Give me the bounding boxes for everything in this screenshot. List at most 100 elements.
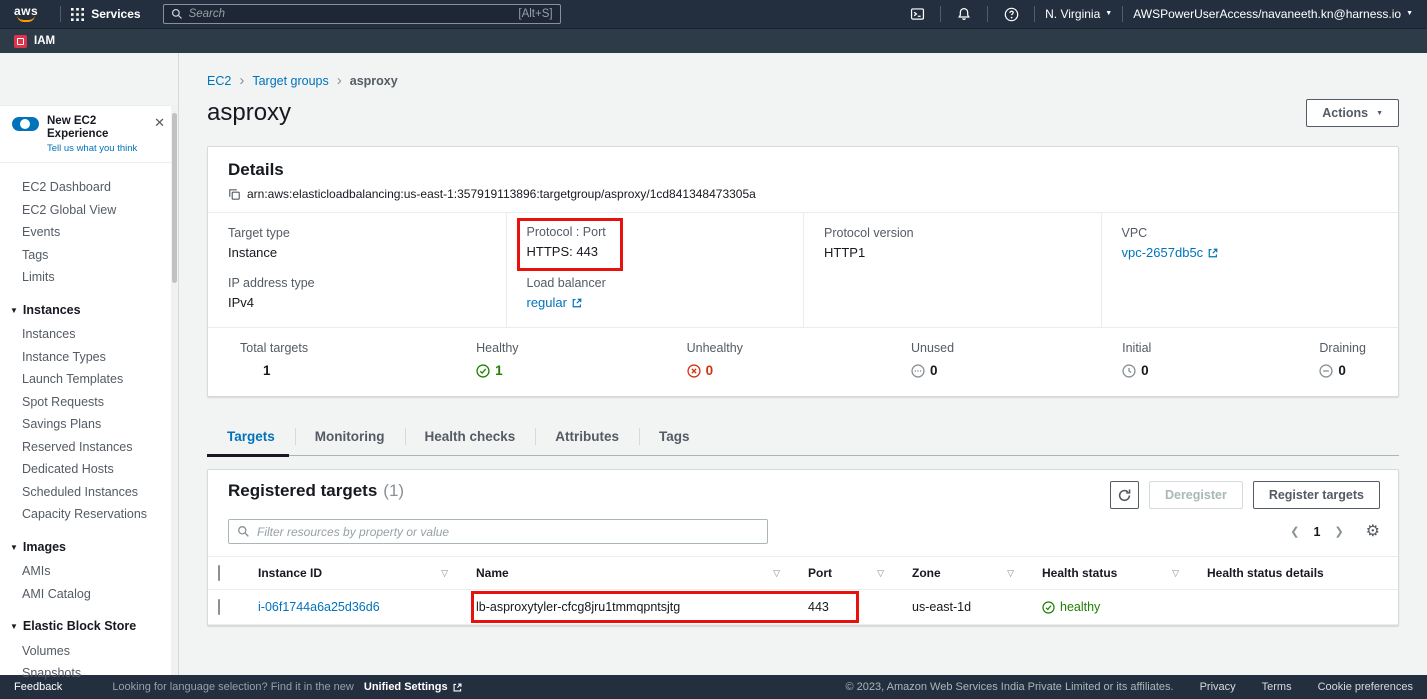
main-content: EC2 › Target groups › asproxy asproxy Ac… xyxy=(179,53,1427,675)
aws-logo[interactable]: aws xyxy=(14,6,38,22)
notifications-bell-icon[interactable] xyxy=(951,4,977,24)
breadcrumb: EC2 › Target groups › asproxy xyxy=(179,53,1427,88)
column-health-status-details: Health status details xyxy=(1207,566,1324,580)
sidebar-item-amis[interactable]: AMIs xyxy=(0,560,178,583)
sidebar-item-limits[interactable]: Limits xyxy=(0,266,178,289)
footer-bar: Feedback Looking for language selection?… xyxy=(0,675,1427,699)
sidebar-item-snapshots[interactable]: Snapshots xyxy=(0,662,178,685)
tab-monitoring[interactable]: Monitoring xyxy=(295,420,405,455)
sidebar-item-capacity-reservations[interactable]: Capacity Reservations xyxy=(0,503,178,526)
protocol-version-value: HTTP1 xyxy=(824,245,1081,261)
tab-targets[interactable]: Targets xyxy=(207,420,295,455)
sidebar-section-images[interactable]: ▼Images xyxy=(0,536,178,561)
external-link-icon xyxy=(1207,247,1219,259)
new-experience-panel: New EC2 Experience Tell us what you thin… xyxy=(0,105,178,163)
divider xyxy=(940,6,941,22)
page-number[interactable]: 1 xyxy=(1313,525,1320,539)
vpc-link[interactable]: vpc-2657db5c xyxy=(1122,245,1220,261)
previous-page-icon[interactable]: ❮ xyxy=(1290,525,1299,538)
services-label: Services xyxy=(91,7,140,21)
sidebar-item-savings-plans[interactable]: Savings Plans xyxy=(0,413,178,436)
breadcrumb-target-groups[interactable]: Target groups xyxy=(252,74,328,88)
sort-icon[interactable]: ▽ xyxy=(1172,568,1187,579)
region-selector[interactable]: N. Virginia ▼ xyxy=(1045,7,1112,21)
sidebar-item-volumes[interactable]: Volumes xyxy=(0,640,178,663)
column-name: Name xyxy=(476,566,509,580)
cookie-preferences-link[interactable]: Cookie preferences xyxy=(1318,681,1413,693)
breadcrumb-ec2[interactable]: EC2 xyxy=(207,74,231,88)
stat-total-targets: Total targets 1 xyxy=(240,341,308,379)
refresh-button[interactable] xyxy=(1110,481,1139,509)
sidebar-item-instances[interactable]: Instances xyxy=(0,323,178,346)
deregister-button[interactable]: Deregister xyxy=(1149,481,1243,509)
registered-targets-panel: Registered targets (1) Deregister Regist… xyxy=(207,469,1399,626)
next-page-icon[interactable]: ❯ xyxy=(1334,525,1343,538)
sidebar-item-launch-templates[interactable]: Launch Templates xyxy=(0,368,178,391)
global-search[interactable]: [Alt+S] xyxy=(163,4,561,24)
sidebar-item-ec2-global-view[interactable]: EC2 Global View xyxy=(0,199,178,222)
actions-button[interactable]: Actions ▼ xyxy=(1306,99,1399,127)
target-zone: us-east-1d xyxy=(912,600,971,614)
search-input[interactable] xyxy=(189,8,513,20)
sidebar-item-spot-requests[interactable]: Spot Requests xyxy=(0,391,178,414)
select-all-checkbox[interactable] xyxy=(218,565,220,581)
tab-attributes[interactable]: Attributes xyxy=(535,420,639,455)
stat-draining: Draining 0 xyxy=(1319,341,1366,379)
new-experience-label: New EC2 Experience xyxy=(47,115,143,141)
sidebar-item-ec2-dashboard[interactable]: EC2 Dashboard xyxy=(0,176,178,199)
tab-tags[interactable]: Tags xyxy=(639,420,710,455)
health-status-value: healthy xyxy=(1060,600,1100,614)
divider xyxy=(60,6,61,22)
sidebar-item-dedicated-hosts[interactable]: Dedicated Hosts xyxy=(0,458,178,481)
target-port: 443 xyxy=(808,600,829,614)
load-balancer-label: Load balancer xyxy=(527,276,784,291)
sort-icon[interactable]: ▽ xyxy=(441,568,456,579)
protocol-version-label: Protocol version xyxy=(824,226,1081,241)
sidebar-item-tags[interactable]: Tags xyxy=(0,244,178,267)
sidebar-item-ami-catalog[interactable]: AMI Catalog xyxy=(0,583,178,606)
feedback-link[interactable]: Tell us what you think xyxy=(47,143,143,154)
favorite-iam-link[interactable]: IAM xyxy=(34,35,55,47)
sort-icon[interactable]: ▽ xyxy=(877,568,892,579)
section-caret-icon: ▼ xyxy=(10,543,18,552)
annotation-highlight-protocol-port: Protocol : Port HTTPS: 443 xyxy=(517,218,623,271)
copy-icon[interactable] xyxy=(228,188,241,201)
target-name: lb-asproxytyler-cfcg8jru1tmmqpntsjtg xyxy=(476,600,680,614)
close-icon[interactable]: ✕ xyxy=(151,115,168,131)
terms-link[interactable]: Terms xyxy=(1262,681,1292,693)
target-health-summary: Total targets 1 Healthy 1 Unhealthy 0 xyxy=(208,327,1398,396)
account-label: AWSPowerUserAccess/navaneeth.kn@harness.… xyxy=(1133,7,1401,21)
chevron-down-icon: ▼ xyxy=(1105,10,1112,17)
tab-health-checks[interactable]: Health checks xyxy=(405,420,536,455)
registered-targets-count: (1) xyxy=(383,481,404,501)
row-checkbox[interactable] xyxy=(218,599,220,615)
sidebar-scrollbar[interactable] xyxy=(171,105,178,675)
sidebar-section-elastic-block-store[interactable]: ▼Elastic Block Store xyxy=(0,615,178,640)
ip-address-type-label: IP address type xyxy=(228,276,486,291)
breadcrumb-current: asproxy xyxy=(350,74,398,88)
cloudshell-icon[interactable] xyxy=(904,4,930,24)
new-experience-toggle[interactable] xyxy=(12,117,39,131)
registered-targets-table: Instance ID▽ Name▽ Port▽ Zone▽ Health st… xyxy=(208,556,1398,625)
sidebar-item-reserved-instances[interactable]: Reserved Instances xyxy=(0,436,178,459)
copyright-text: © 2023, Amazon Web Services India Privat… xyxy=(846,681,1174,693)
target-type-value: Instance xyxy=(228,245,486,261)
unified-settings-link[interactable]: Unified Settings xyxy=(364,681,463,693)
load-balancer-link[interactable]: regular xyxy=(527,295,583,311)
register-targets-button[interactable]: Register targets xyxy=(1253,481,1380,509)
sort-icon[interactable]: ▽ xyxy=(1007,568,1022,579)
privacy-link[interactable]: Privacy xyxy=(1200,681,1236,693)
instance-id-link[interactable]: i-06f1744a6a25d36d6 xyxy=(258,600,380,614)
initial-icon xyxy=(1122,364,1136,378)
gear-icon[interactable]: ⚙ xyxy=(1366,524,1380,540)
services-menu[interactable]: Services xyxy=(71,7,140,21)
sidebar-section-instances[interactable]: ▼Instances xyxy=(0,299,178,324)
sidebar-item-instance-types[interactable]: Instance Types xyxy=(0,346,178,369)
help-icon[interactable] xyxy=(998,4,1024,24)
filter-input[interactable] xyxy=(257,525,759,539)
sidebar-item-scheduled-instances[interactable]: Scheduled Instances xyxy=(0,481,178,504)
vpc-label: VPC xyxy=(1122,226,1379,241)
sort-icon[interactable]: ▽ xyxy=(773,568,788,579)
account-menu[interactable]: AWSPowerUserAccess/navaneeth.kn@harness.… xyxy=(1133,7,1413,21)
sidebar-item-events[interactable]: Events xyxy=(0,221,178,244)
